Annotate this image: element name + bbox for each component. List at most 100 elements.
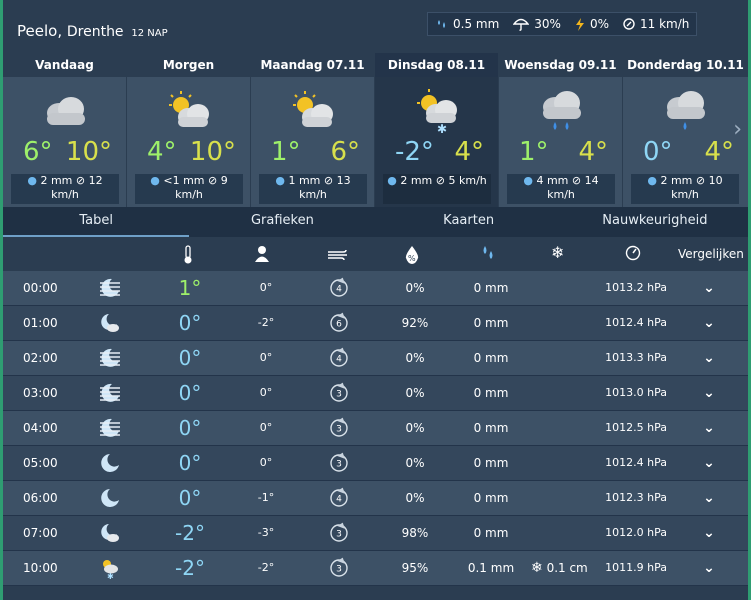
location-header: Peelo, Drenthe 12 NAP 0.5 mm 30% 0% 11 k… (3, 0, 748, 53)
chevron-down-icon[interactable]: ⌄ (699, 446, 719, 480)
city-name: Peelo (17, 22, 58, 40)
wind-direction-icon: 3 (327, 556, 351, 580)
day-wind: 13 (336, 174, 351, 187)
day-max-temp: 4° (578, 137, 608, 167)
day-wind: 5 km/h (448, 174, 487, 187)
current-summary: 0.5 mm 30% 0% 11 km/h (427, 12, 697, 36)
row-pressure: 1012.5 hPa (605, 421, 667, 434)
region-name: Drenthe (66, 24, 124, 40)
row-pressure: 1012.4 hPa (605, 316, 667, 329)
row-time: 06:00 (23, 491, 58, 505)
day-column[interactable]: Woensdag 09.11 1° 4° ● 4 mm ⊘ 14 km/h (499, 53, 622, 207)
day-column[interactable]: Morgen 4° 10° ● <1 mm ⊘ 9 km/h (127, 53, 250, 207)
tab-tabel[interactable]: Tabel (3, 207, 190, 237)
row-pressure: 1013.3 hPa (605, 351, 667, 364)
day-max-temp: 10° (65, 137, 112, 167)
table-row[interactable]: 05:00 0° 0° 3 0% 0 mm 1012.4 hPa ⌄ (3, 446, 748, 481)
row-wind-speed: 4 (336, 495, 342, 505)
moon-cloud-icon (99, 312, 121, 334)
raindrops-icon: ● (523, 174, 533, 187)
day-max-temp: 6° (330, 137, 360, 167)
moon-icon (99, 452, 121, 474)
row-temp: 1° (178, 276, 202, 300)
table-row[interactable]: 01:00 0° -2° 6 92% 0 mm 1012.4 hPa ⌄ (3, 306, 748, 341)
row-temp: 0° (178, 381, 202, 405)
table-row[interactable]: 02:00 0° 0° 4 0% 0 mm 1013.3 hPa ⌄ (3, 341, 748, 376)
chevron-down-icon[interactable]: ⌄ (699, 271, 719, 305)
row-humidity: 0% (405, 351, 425, 365)
row-feels-like: -3° (257, 526, 275, 539)
chevron-down-icon[interactable]: ⌄ (699, 411, 719, 445)
row-pressure: 1012.4 hPa (605, 456, 667, 469)
table-row[interactable]: 03:00 0° 0° 3 0% 0 mm 1013.0 hPa ⌄ (3, 376, 748, 411)
tab-kaarten[interactable]: Kaarten (376, 207, 562, 237)
row-time: 01:00 (23, 316, 58, 330)
row-precipitation: 0.1 mm (467, 561, 515, 575)
row-time: 10:00 (23, 561, 58, 575)
chevron-down-icon[interactable]: ⌄ (699, 376, 719, 410)
day-rain: 1 mm (288, 174, 321, 187)
table-row[interactable]: 06:00 0° -1° 4 0% 0 mm 1012.3 hPa ⌄ (3, 481, 748, 516)
day-max-temp: 4° (454, 137, 484, 167)
day-name: Morgen (127, 53, 250, 77)
sun-cloud-snow-icon: ✱ (99, 557, 121, 579)
tab-nauwkeurigheid[interactable]: Nauwkeurigheid (562, 207, 748, 237)
moon-cloud-icon (99, 522, 121, 544)
row-time: 04:00 (23, 421, 58, 435)
chevron-down-icon[interactable]: ⌄ (699, 481, 719, 515)
wind-icon (327, 249, 349, 261)
raindrops-icon: ● (647, 174, 657, 187)
row-pressure: 1013.0 hPa (605, 386, 667, 399)
pressure-gauge-icon (625, 245, 641, 261)
day-column[interactable]: Vandaag 6° 10° ● 2 mm ⊘ 12 km/h (3, 53, 126, 207)
row-wind-speed: 3 (336, 530, 342, 540)
row-feels-like: 0° (259, 456, 273, 469)
day-column[interactable]: Donderdag 10.11 0° 4° ● 2 mm ⊘ 10 km/h › (623, 53, 748, 207)
day-name: Donderdag 10.11 (623, 53, 748, 77)
row-temp: -2° (175, 521, 205, 545)
row-wind-speed: 3 (336, 565, 342, 575)
sun-cloud-icon (163, 89, 215, 133)
day-wind-unit: km/h (547, 188, 575, 201)
day-name: Woensdag 09.11 (499, 53, 622, 77)
wind-gauge-icon: ⊘ (323, 174, 334, 187)
svg-text:%: % (408, 254, 416, 263)
chevron-down-icon[interactable]: ⌄ (699, 306, 719, 340)
row-snow-value: 0.1 cm (546, 561, 588, 575)
table-row[interactable]: 10:00 ✱ -2° -2° 3 95% 0.1 mm ❄ 0.1 cm 10… (3, 551, 748, 586)
wind-direction-icon: 3 (327, 381, 351, 405)
chevron-down-icon[interactable]: ⌄ (699, 516, 719, 550)
table-row[interactable]: 04:00 0° 0° 3 0% 0 mm 1012.5 hPa ⌄ (3, 411, 748, 446)
row-pressure: 1012.3 hPa (605, 491, 667, 504)
table-row[interactable]: 00:00 1° 0° 4 0% 0 mm 1013.2 hPa ⌄ (3, 271, 748, 306)
day-column-selected[interactable]: Dinsdag 08.11 ✱ -2° 4° ● 2 mm ⊘ 5 km/h (375, 53, 498, 207)
day-wind: 10 (708, 174, 723, 187)
chevron-down-icon[interactable]: ⌄ (699, 551, 719, 585)
next-days-arrow-icon[interactable]: › (733, 117, 742, 142)
day-min-temp: 6° (23, 137, 53, 167)
row-precipitation: 0 mm (473, 351, 509, 365)
night-fog-icon (99, 417, 121, 439)
chevron-down-icon[interactable]: ⌄ (699, 341, 719, 375)
row-wind-speed: 3 (336, 460, 342, 470)
row-wind-speed: 4 (336, 355, 342, 365)
day-rain: 2 mm (40, 174, 73, 187)
day-name: Maandag 07.11 (251, 53, 374, 77)
day-column[interactable]: Maandag 07.11 1° 6° ● 1 mm ⊘ 13 km/h (251, 53, 374, 207)
wind-direction-icon: 3 (327, 416, 351, 440)
tab-grafieken[interactable]: Grafieken (189, 207, 375, 237)
day-info: ● <1 mm ⊘ 9 km/h (135, 174, 243, 204)
day-wind-unit: km/h (299, 188, 327, 201)
row-temp: 0° (178, 451, 202, 475)
summary-wind: 11 km/h (640, 17, 690, 31)
day-wind-unit: km/h (671, 188, 699, 201)
row-pressure: 1011.9 hPa (605, 561, 667, 574)
summary-rain-chance: 30% (534, 17, 561, 31)
table-row[interactable]: 07:00 -2° -3° 3 98% 0 mm 1012.0 hPa ⌄ (3, 516, 748, 551)
cloud-rain-icon (535, 89, 587, 133)
wind-gauge-icon: ⊘ (208, 174, 218, 187)
row-time: 07:00 (23, 526, 58, 540)
day-rain: 2 mm (400, 174, 433, 187)
row-time: 02:00 (23, 351, 58, 365)
day-info: ● 4 mm ⊘ 14 km/h (507, 174, 615, 204)
